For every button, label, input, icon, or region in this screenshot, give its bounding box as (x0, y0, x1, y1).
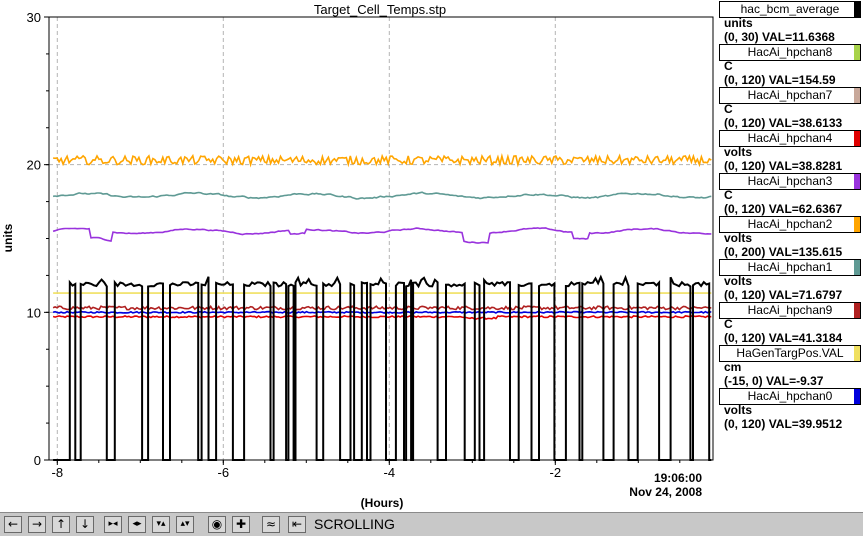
y-tick-label-2: 20 (27, 158, 41, 173)
legend-color-swatch (854, 45, 860, 60)
legend-units: volts (724, 274, 753, 288)
compress-horizontal-icon[interactable]: ▸◂ (104, 516, 122, 533)
arrow-left-icon[interactable]: ← (4, 516, 22, 533)
legend-color-swatch (854, 174, 860, 189)
legend-entry[interactable]: HacAi_hpchan1 volts (0, 120) VAL=71.6797 (716, 257, 863, 305)
legend-color-swatch (854, 389, 860, 404)
x-tick-label-1: -6 (218, 465, 230, 480)
x-end-date-label: Nov 24, 2008 (629, 485, 702, 499)
legend-panel: hac_bcm_average units (0, 30) VAL=11.6368 H… (716, 0, 863, 512)
legend-units: C (724, 59, 733, 73)
legend-series-name: HacAi_hpchan8 (719, 44, 861, 61)
legend-series-name: HacAi_hpchan3 (719, 173, 861, 190)
status-text: SCROLLING (314, 516, 395, 532)
legend-color-swatch (854, 88, 860, 103)
y-tick-label-3: 30 (27, 10, 41, 25)
legend-color-swatch (854, 303, 860, 318)
legend-entry[interactable]: HacAi_hpchan9 C (0, 120) VAL=41.3184 (716, 300, 863, 348)
legend-units: cm (724, 360, 742, 374)
legend-entry[interactable]: HaGenTargPos.VAL cm (-15, 0) VAL=-9.37 (716, 343, 863, 391)
legend-units: C (724, 317, 733, 331)
compress-vertical-icon[interactable]: ▾▴ (152, 516, 170, 533)
chart-title: Target_Cell_Temps.stp (314, 2, 446, 17)
legend-units: C (724, 188, 733, 202)
expand-vertical-icon[interactable]: ▴▾ (176, 516, 194, 533)
x-tick-label-2: -4 (384, 465, 396, 480)
legend-entry[interactable]: HacAi_hpchan3 C (0, 120) VAL=62.6367 (716, 171, 863, 219)
legend-units: C (724, 102, 733, 116)
toolbar: SCROLLING ← → ↑ ↓ ▸◂ ◂▸ ▾▴ ▴▾ ◉ ✚ ≈ ⇤ (0, 512, 863, 536)
arrow-down-icon[interactable]: ↓ (76, 516, 94, 533)
legend-units: volts (724, 403, 753, 417)
y-tick-label-1: 10 (27, 305, 41, 320)
legend-series-name: HacAi_hpchan7 (719, 87, 861, 104)
x-tick-label-3: -2 (550, 465, 562, 480)
chart-area: 0 10 20 30 -8 -6 -4 -2 Target_Cell_Temps.stp un… (1, 2, 714, 510)
legend-entry[interactable]: HacAi_hpchan2 volts (0, 200) VAL=135.615 (716, 214, 863, 262)
legend-units: volts (724, 145, 753, 159)
x-axis-label: (Hours) (361, 496, 404, 510)
legend-range-value: (0, 120) VAL=39.9512 (724, 417, 843, 431)
x-tick-label-0: -8 (52, 465, 64, 480)
legend-entry[interactable]: HacAi_hpchan8 C (0, 120) VAL=154.59 (716, 42, 863, 90)
legend-units: units (724, 16, 753, 30)
legend-units: volts (724, 231, 753, 245)
arrow-up-icon[interactable]: ↑ (52, 516, 70, 533)
y-axis-label: units (1, 223, 15, 252)
plus-icon[interactable]: ✚ (232, 516, 250, 533)
legend-color-swatch (854, 131, 860, 146)
legend-color-swatch (854, 217, 860, 232)
arrow-right-icon[interactable]: → (28, 516, 46, 533)
record-icon[interactable]: ◉ (208, 516, 226, 533)
legend-entry[interactable]: hac_bcm_average units (0, 30) VAL=11.6368 (716, 0, 863, 47)
legend-color-swatch (854, 346, 860, 361)
legend-series-name: HacAi_hpchan9 (719, 302, 861, 319)
y-tick-label-0: 0 (34, 453, 41, 468)
legend-color-swatch (854, 2, 860, 17)
pin-icon[interactable]: ⇤ (288, 516, 306, 533)
legend-entry[interactable]: HacAi_hpchan4 volts (0, 120) VAL=38.8281 (716, 128, 863, 176)
x-end-time-label: 19:06:00 (654, 471, 702, 485)
legend-entry[interactable]: HacAi_hpchan7 C (0, 120) VAL=38.6133 (716, 85, 863, 133)
legend-color-swatch (854, 260, 860, 275)
legend-entry[interactable]: HacAi_hpchan0 volts (0, 120) VAL=39.9512 (716, 386, 863, 434)
expand-horizontal-icon[interactable]: ◂▸ (128, 516, 146, 533)
autoscale-icon[interactable]: ≈ (262, 516, 280, 533)
